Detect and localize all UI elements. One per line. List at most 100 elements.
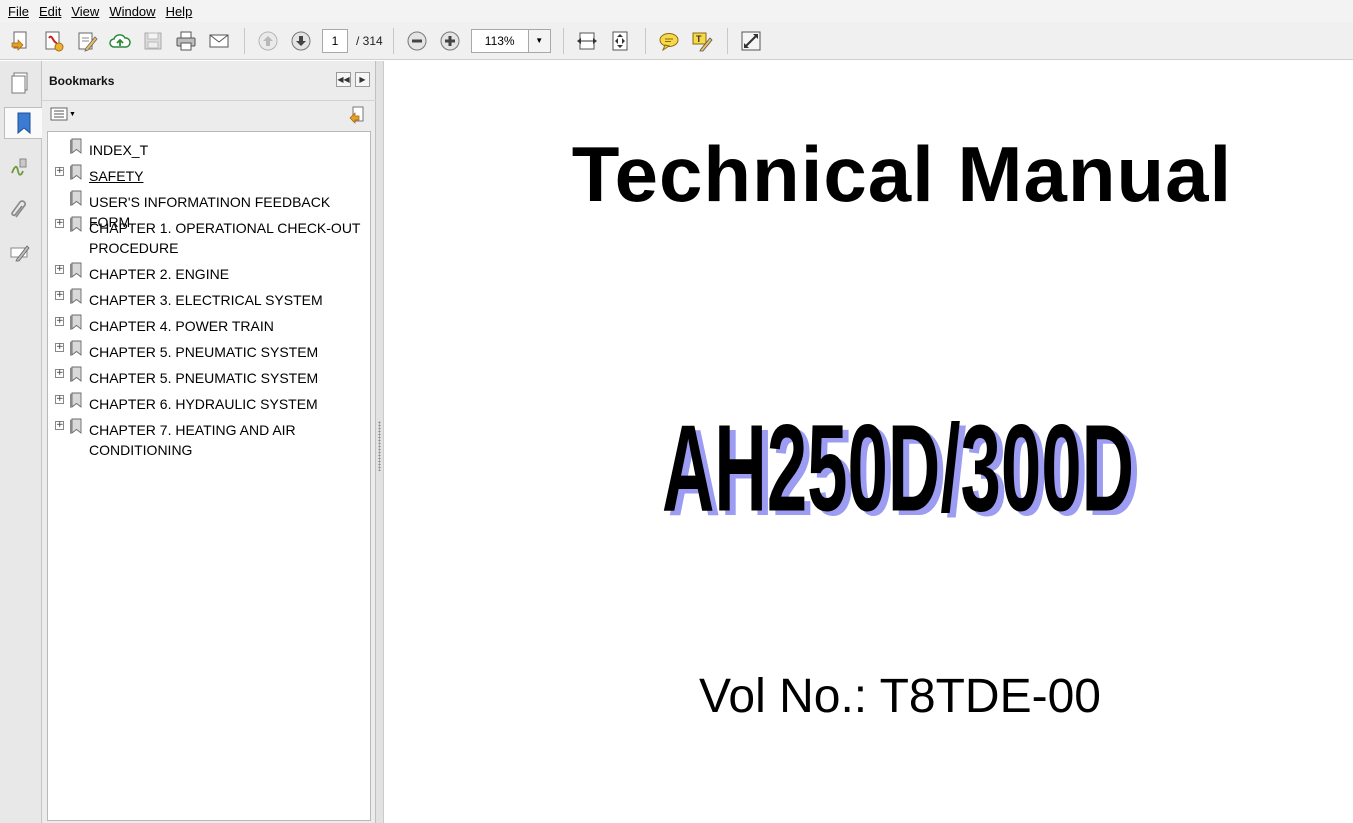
bookmark-icon <box>70 314 82 330</box>
model-heading-art: AH250D/300D AH250D/300D <box>662 399 1140 542</box>
bookmark-icon <box>70 190 82 206</box>
menu-edit-label: Edit <box>38 3 62 19</box>
bookmarks-title: Bookmarks <box>49 73 115 88</box>
volume-number: Vol No.: T8TDE-00 <box>699 670 1101 723</box>
comment-button[interactable] <box>655 27 683 55</box>
expand-icon[interactable]: + <box>55 167 64 176</box>
toolbar-separator <box>726 27 728 54</box>
bookmarks-header: Bookmarks ◀◀ ▶ <box>42 61 376 101</box>
zoom-in-button[interactable] <box>436 27 464 55</box>
chevron-down-icon: ▼ <box>69 110 76 118</box>
page-thumbnails-button[interactable] <box>5 67 35 99</box>
open-pdf-button[interactable] <box>40 27 68 55</box>
bookmark-label[interactable]: CHAPTER 5. PNEUMATIC SYSTEM <box>89 342 369 362</box>
page-number-value: 1 <box>331 33 339 48</box>
menu-edit[interactable]: Edit <box>34 4 66 19</box>
create-pdf-button[interactable] <box>7 27 35 55</box>
bookmark-label[interactable]: CHAPTER 1. OPERATIONAL CHECK-OUT PROCEDU… <box>89 218 369 258</box>
speech-bubble-icon <box>659 32 679 51</box>
envelope-icon <box>209 34 229 47</box>
toolbar-separator <box>392 27 394 54</box>
navigation-rail <box>0 61 42 823</box>
fit-page-button[interactable] <box>606 27 634 55</box>
highlight-text-button[interactable]: T <box>688 27 716 55</box>
menu-view[interactable]: View <box>66 4 104 19</box>
bookmark-label[interactable]: CHAPTER 5. PNEUMATIC SYSTEM <box>89 368 369 388</box>
bookmarks-tree: INDEX_T + SAFETY USER'S INFORMATINON FEEDBA… <box>47 131 371 821</box>
full-screen-button[interactable] <box>737 27 765 55</box>
bookmark-icon <box>70 418 82 434</box>
bookmark-icon <box>70 366 82 382</box>
attachments-button[interactable] <box>5 193 35 225</box>
find-bookmark-icon <box>349 106 364 124</box>
zoom-out-button[interactable] <box>403 27 431 55</box>
content-editing-button[interactable] <box>5 236 35 268</box>
bookmarks-toolbar: ▼ <box>42 102 376 130</box>
acrobat-window: File Edit View Window Help 1 / 314 113% … <box>0 0 1353 823</box>
arrow-up-circle-icon <box>258 31 278 50</box>
find-current-bookmark-button[interactable] <box>348 106 366 129</box>
edit-document-icon <box>78 32 98 52</box>
bookmark-icon <box>70 216 82 232</box>
bookmark-icon <box>70 392 82 408</box>
pdf-file-icon <box>45 31 64 51</box>
menu-window-label: Window <box>109 3 156 19</box>
expand-icon[interactable]: + <box>55 291 64 300</box>
signatures-button[interactable] <box>5 151 35 183</box>
bookmark-label[interactable]: CHAPTER 4. POWER TRAIN <box>89 316 369 336</box>
save-button[interactable] <box>139 27 167 55</box>
previous-page-button[interactable] <box>254 27 282 55</box>
menu-help[interactable]: Help <box>161 4 198 19</box>
bookmarks-panel-button[interactable] <box>4 107 42 139</box>
bookmark-label[interactable]: CHAPTER 2. ENGINE <box>89 264 369 284</box>
highlight-pen-icon: T <box>692 32 713 51</box>
toolbar-separator <box>644 27 646 54</box>
next-page-button[interactable] <box>287 27 315 55</box>
bookmark-label[interactable]: CHAPTER 7. HEATING AND AIR CONDITIONING <box>89 420 369 460</box>
bookmark-ribbon-icon <box>17 112 30 135</box>
panel-splitter[interactable] <box>376 61 384 823</box>
document-view[interactable]: Technical Manual AH250D/300D AH250D/300D… <box>385 61 1353 823</box>
bookmark-label[interactable]: INDEX_T <box>89 140 369 160</box>
bookmark-icon <box>70 138 82 154</box>
model-heading: AH250D/300D AH250D/300D <box>660 361 1140 542</box>
menu-window[interactable]: Window <box>104 4 160 19</box>
bookmarks-panel: Bookmarks ◀◀ ▶ ▼ INDEX_T + SAFETY USER'S IN… <box>42 61 376 823</box>
bookmark-options-button[interactable]: ▼ <box>50 107 76 121</box>
zoom-value: 113% <box>484 33 515 48</box>
edit-pencil-icon <box>10 245 30 262</box>
model-heading-text: AH250D/300D <box>662 399 1134 537</box>
fit-width-button[interactable] <box>573 27 601 55</box>
toolbar-separator <box>562 27 564 54</box>
expand-icon[interactable]: + <box>55 265 64 274</box>
zoom-dropdown-arrow-icon[interactable]: ▼ <box>527 29 550 52</box>
collapse-panel-icon[interactable]: ◀◀ <box>336 72 351 87</box>
edit-document-button[interactable] <box>73 27 101 55</box>
options-list-icon <box>50 107 68 121</box>
menu-file-label: File <box>8 3 29 19</box>
bookmark-label[interactable]: SAFETY <box>89 166 369 186</box>
page-number-input[interactable]: 1 <box>322 28 348 53</box>
toolbar: 1 / 314 113% ▼ T <box>0 22 1353 60</box>
splitter-grip[interactable] <box>378 421 381 471</box>
expand-icon[interactable]: + <box>55 421 64 430</box>
bookmark-icon <box>70 340 82 356</box>
bookmark-icon <box>70 262 82 278</box>
expand-icon[interactable]: + <box>55 219 64 228</box>
chevron-right-icon[interactable]: ▶ <box>355 72 370 87</box>
document-title: Technical Manual <box>571 130 1233 218</box>
expand-icon[interactable]: + <box>55 317 64 326</box>
expand-icon[interactable]: + <box>55 369 64 378</box>
print-button[interactable] <box>172 27 200 55</box>
bookmark-label[interactable]: CHAPTER 3. ELECTRICAL SYSTEM <box>89 290 369 310</box>
expand-icon[interactable]: + <box>55 395 64 404</box>
expand-icon[interactable]: + <box>55 343 64 352</box>
fit-width-icon <box>576 32 597 49</box>
zoom-select[interactable]: 113% ▼ <box>470 28 551 53</box>
email-button[interactable] <box>205 27 233 55</box>
toolbar-separator <box>244 27 245 54</box>
bookmark-icon <box>70 288 82 304</box>
menu-file[interactable]: File <box>3 4 34 19</box>
bookmark-label[interactable]: CHAPTER 6. HYDRAULIC SYSTEM <box>89 394 369 414</box>
upload-button[interactable] <box>106 27 134 55</box>
